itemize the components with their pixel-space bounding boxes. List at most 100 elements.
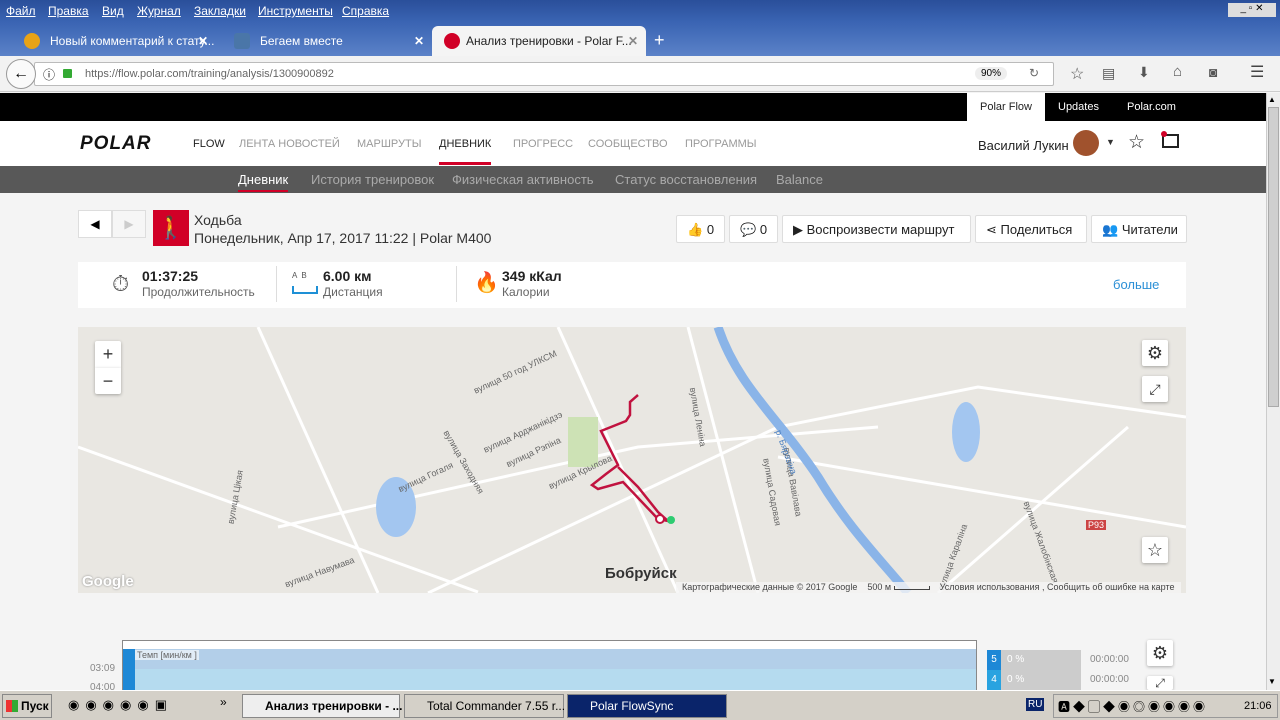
notification-dot bbox=[1161, 131, 1167, 137]
taskbar-label: Polar FlowSync bbox=[590, 699, 674, 713]
subnav-activity[interactable]: Физическая активность bbox=[452, 172, 594, 187]
google-logo[interactable]: Google bbox=[82, 573, 134, 590]
thumbs-up-icon: 👍 bbox=[687, 222, 704, 237]
share-label: Поделиться bbox=[1000, 222, 1073, 237]
sub-navigation: Дневник История тренировок Физическая ак… bbox=[0, 166, 1266, 193]
scroll-down-icon[interactable]: ▼ bbox=[1268, 677, 1276, 686]
reload-icon[interactable]: ↻ bbox=[1029, 66, 1039, 80]
user-name[interactable]: Василий Лукин bbox=[978, 138, 1069, 153]
menu-help[interactable]: Справка bbox=[342, 4, 389, 18]
pocket-icon[interactable]: ◙ bbox=[1209, 64, 1217, 80]
fullscreen-icon[interactable]: ⤢ bbox=[1142, 376, 1168, 402]
zone-percent: 0 % bbox=[1007, 654, 1025, 665]
map-canvas bbox=[78, 327, 1186, 593]
zoom-out-button[interactable]: − bbox=[95, 368, 121, 394]
map-star-icon[interactable]: ☆ bbox=[1142, 537, 1168, 563]
comment-button[interactable]: 💬 0 bbox=[729, 215, 778, 243]
polar-icon bbox=[444, 33, 460, 49]
nav-diary[interactable]: ДНЕВНИК bbox=[439, 138, 492, 165]
quick-launch-icons[interactable]: ◉◉◉◉◉▣ bbox=[68, 697, 173, 713]
map-settings-gear-icon[interactable]: ⚙ bbox=[1142, 340, 1168, 366]
chart-fullscreen-icon[interactable]: ⤢ bbox=[1147, 676, 1173, 690]
scrollbar-thumb[interactable] bbox=[1268, 107, 1279, 407]
share-icon: ⋖ bbox=[986, 222, 997, 237]
start-marker bbox=[655, 514, 665, 524]
like-button[interactable]: 👍 0 bbox=[676, 215, 725, 243]
nav-progress[interactable]: ПРОГРЕСС bbox=[513, 138, 573, 150]
link-polar-com[interactable]: Polar.com bbox=[1115, 93, 1188, 121]
url-text[interactable]: https://flow.polar.com/training/analysis… bbox=[85, 68, 334, 80]
bookmark-star-icon[interactable]: ☆ bbox=[1070, 64, 1084, 84]
road-sign: Р93 bbox=[1086, 520, 1107, 530]
scroll-up-icon[interactable]: ▲ bbox=[1268, 95, 1276, 104]
polar-logo[interactable]: POLAR bbox=[80, 133, 152, 155]
url-bar[interactable]: ⓘ https://flow.polar.com/training/analys… bbox=[34, 62, 1054, 86]
menu-edit[interactable]: Правка bbox=[48, 4, 89, 18]
taskbar-total-commander[interactable]: Total Commander 7.55 r... bbox=[404, 694, 565, 718]
link-polar-flow[interactable]: Polar Flow bbox=[967, 93, 1045, 121]
hamburger-menu-icon[interactable]: ☰ bbox=[1250, 62, 1264, 82]
library-icon[interactable]: ▤ bbox=[1102, 65, 1115, 82]
back-button[interactable]: ← bbox=[6, 59, 36, 89]
chevron-down-icon[interactable]: ▼ bbox=[1106, 137, 1115, 147]
page-scrollbar[interactable]: ▲ ▼ bbox=[1266, 93, 1280, 690]
chart-settings-gear-icon[interactable]: ⚙ bbox=[1147, 640, 1173, 666]
prev-training-button[interactable]: ◀ bbox=[78, 210, 112, 238]
close-icon[interactable]: ✕ bbox=[414, 34, 424, 48]
menu-history[interactable]: Журнал bbox=[137, 4, 181, 18]
share-button[interactable]: ⋖ Поделиться bbox=[975, 215, 1087, 243]
menu-bookmarks[interactable]: Закладки bbox=[194, 4, 246, 18]
next-training-button[interactable]: ▶ bbox=[112, 210, 146, 238]
link-updates[interactable]: Updates bbox=[1046, 93, 1111, 121]
report-error-link[interactable]: Сообщить об ошибке на карте bbox=[1047, 582, 1174, 592]
new-tab-button[interactable]: + bbox=[652, 26, 665, 56]
subnav-recovery[interactable]: Статус восстановления bbox=[615, 172, 757, 187]
map-data-credit: Картографические данные © 2017 Google bbox=[682, 582, 858, 592]
menu-view[interactable]: Вид bbox=[102, 4, 124, 18]
subnav-history[interactable]: История тренировок bbox=[311, 172, 434, 187]
home-icon[interactable]: ⌂ bbox=[1173, 63, 1182, 80]
zoom-in-button[interactable]: + bbox=[95, 341, 121, 368]
menu-tools[interactable]: Инструменты bbox=[258, 4, 333, 18]
zone-row: 5 0 % bbox=[987, 650, 1081, 670]
close-icon[interactable]: ✕ bbox=[198, 34, 208, 48]
city-label: Бобруйск bbox=[605, 565, 677, 582]
nav-community[interactable]: СООБЩЕСТВО bbox=[588, 138, 668, 150]
more-link[interactable]: больше bbox=[1113, 277, 1159, 292]
start-button[interactable]: Пуск bbox=[2, 694, 52, 718]
subnav-balance[interactable]: Balance bbox=[776, 172, 823, 187]
menu-file[interactable]: Файл bbox=[6, 4, 36, 18]
window-controls[interactable]: _ ▫ ✕ bbox=[1228, 3, 1276, 17]
divider bbox=[276, 266, 277, 302]
taskbar-firefox[interactable]: Анализ тренировки - ... bbox=[242, 694, 402, 718]
taskbar-flowsync[interactable]: Polar FlowSync bbox=[567, 694, 727, 718]
system-tray: 🅰◆▢◆◉◎◉◉◉◉ 21:06 bbox=[1053, 694, 1278, 718]
finish-marker bbox=[667, 516, 675, 524]
info-icon[interactable]: ⓘ bbox=[43, 66, 55, 83]
tab-comment[interactable]: Новый комментарий к стату... ✕ bbox=[6, 26, 216, 56]
more-chevron-icon[interactable]: » bbox=[220, 695, 227, 709]
route-map[interactable]: вулица 50 год УЛКСМ вулица Арджанікідзэ … bbox=[78, 327, 1186, 593]
language-indicator[interactable]: RU bbox=[1026, 698, 1045, 711]
readers-button[interactable]: 👥 Читатели bbox=[1091, 215, 1187, 243]
avatar[interactable] bbox=[1073, 130, 1099, 156]
zoom-level[interactable]: 90% bbox=[975, 67, 1008, 80]
nav-routes[interactable]: МАРШРУТЫ bbox=[357, 138, 421, 150]
tab-polar[interactable]: Анализ тренировки - Polar F... ✕ bbox=[432, 26, 646, 56]
terms-link[interactable]: Условия использования bbox=[940, 582, 1040, 592]
pace-chart[interactable]: Темп [мин/км ] bbox=[122, 640, 977, 691]
walking-icon: 🚶 bbox=[153, 210, 189, 246]
divider bbox=[456, 266, 457, 302]
training-summary: ⏱ 01:37:25 Продолжительность A B 6.00 км… bbox=[78, 262, 1186, 308]
nav-feed[interactable]: ЛЕНТА НОВОСТЕЙ bbox=[239, 138, 340, 150]
replay-route-button[interactable]: ▶ Воспроизвести маршрут bbox=[782, 215, 971, 243]
tab-label: Анализ тренировки - Polar F... bbox=[466, 34, 632, 48]
download-icon[interactable]: ⬇ bbox=[1138, 64, 1150, 81]
comments-count: 0 bbox=[759, 222, 768, 237]
nav-programs[interactable]: ПРОГРАММЫ bbox=[685, 138, 757, 150]
subnav-diary[interactable]: Дневник bbox=[238, 172, 289, 192]
tray-icons[interactable]: 🅰◆▢◆◉◎◉◉◉◉ bbox=[1058, 698, 1208, 715]
favorites-star-icon[interactable]: ☆ bbox=[1128, 131, 1145, 154]
tab-vk[interactable]: Бегаем вместе ✕ bbox=[216, 26, 432, 56]
close-icon[interactable]: ✕ bbox=[628, 34, 638, 48]
